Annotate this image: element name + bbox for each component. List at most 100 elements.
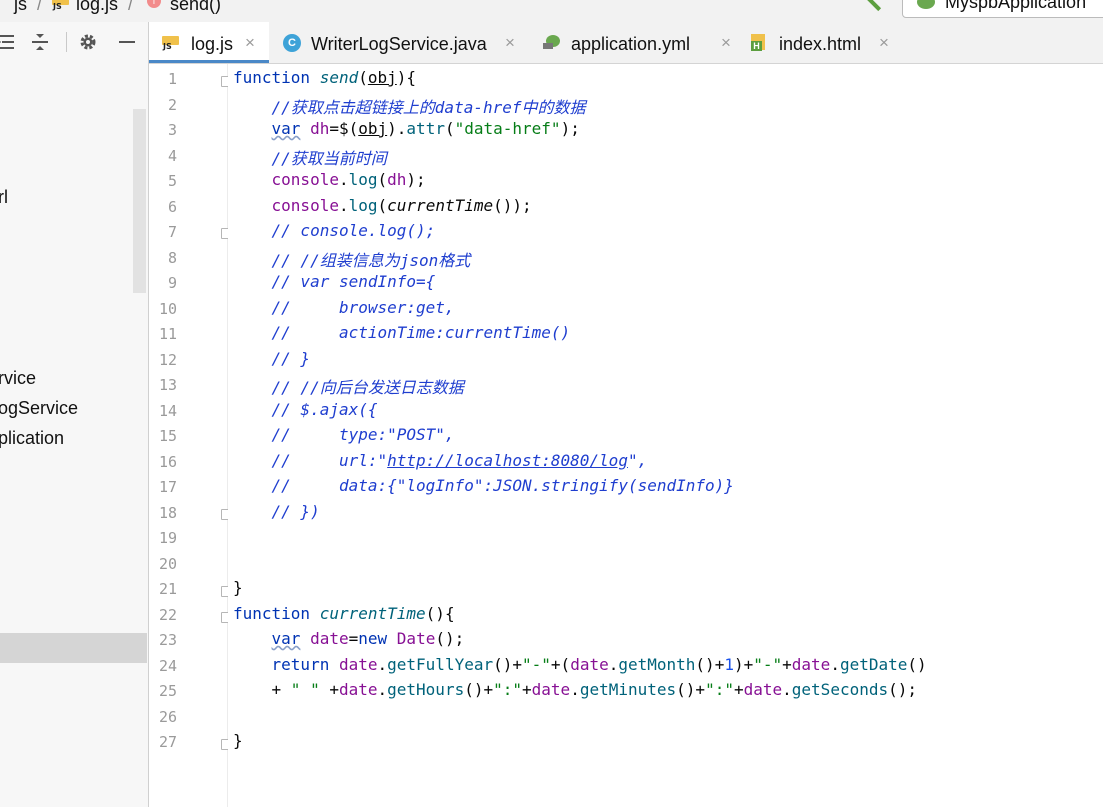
line-number: 21 xyxy=(158,580,177,598)
line-number: 9 xyxy=(167,274,177,292)
code-line-18: // }) xyxy=(233,502,320,521)
tree-item[interactable]: rl xyxy=(0,187,8,208)
run-configuration-selector[interactable]: MyspbApplication xyxy=(902,0,1103,18)
string: ":" xyxy=(705,680,734,699)
punct: ()+ xyxy=(464,680,494,699)
spring-boot-icon xyxy=(917,0,935,9)
method: getFullYear xyxy=(387,655,494,674)
toolbar-divider xyxy=(66,32,67,52)
punct: . xyxy=(830,655,840,674)
project-toolbar xyxy=(0,22,148,63)
comment-text: ", xyxy=(627,451,648,470)
punct: ()+ xyxy=(493,655,523,674)
breadcrumb-item-send[interactable]: send() xyxy=(170,0,221,15)
string: "-" xyxy=(753,655,783,674)
punct: = xyxy=(348,629,359,648)
punct: . xyxy=(608,655,619,674)
punct: . xyxy=(377,655,388,674)
js-file-icon: JS xyxy=(162,36,179,53)
tree-item[interactable]: rvice xyxy=(0,368,36,389)
tab-index-html[interactable]: H index.html × xyxy=(745,22,905,63)
line-number: 1 xyxy=(167,70,177,88)
tab-label: WriterLogService.java xyxy=(311,34,487,54)
variable: date xyxy=(791,655,831,674)
breadcrumb-item-logjs[interactable]: log.js xyxy=(76,0,118,15)
punct: (){ xyxy=(425,604,455,623)
js-file-icon: JS xyxy=(52,0,69,13)
line-number: 23 xyxy=(158,631,177,649)
gear-icon[interactable] xyxy=(78,32,98,52)
tab-label: log.js xyxy=(191,34,234,54)
collapse-all-icon[interactable] xyxy=(30,32,50,52)
method: getMinutes xyxy=(579,680,677,699)
close-icon[interactable]: × xyxy=(505,33,515,53)
code-line-11: // actionTime:currentTime() xyxy=(233,323,571,342)
keyword: var xyxy=(271,629,301,648)
url-link[interactable]: http://localhost:8080/log xyxy=(387,451,628,470)
line-number: 12 xyxy=(158,351,177,369)
punct: =$( xyxy=(329,119,359,138)
punct: + xyxy=(522,680,532,699)
line-number: 7 xyxy=(167,223,177,241)
breadcrumb-separator: / xyxy=(37,0,43,14)
method: getHours xyxy=(387,680,465,699)
project-tree-selected-row[interactable] xyxy=(0,633,147,663)
code-line-4: //获取当前时间 xyxy=(233,149,387,168)
variable: date xyxy=(338,655,378,674)
spring-yml-icon xyxy=(543,35,560,49)
line-number: 26 xyxy=(158,708,177,726)
editor-gutter[interactable]: 1 2 3 4 5 6 7 8 9 10 11 12 13 14 15 16 1… xyxy=(149,64,232,807)
punct: )+ xyxy=(733,655,754,674)
code-line-9: // var sendInfo={ xyxy=(233,272,436,291)
punct: + xyxy=(782,655,792,674)
line-number: 2 xyxy=(167,96,177,114)
project-tool-window: rl rvice ogService plication xyxy=(0,22,149,807)
line-number: 22 xyxy=(158,606,177,624)
line-number: 8 xyxy=(167,249,177,267)
punct: ()+ xyxy=(695,655,725,674)
line-number: 4 xyxy=(167,147,177,165)
line-number: 25 xyxy=(158,682,177,700)
code-editor[interactable]: function send(obj){ //获取点击超链接上的data-href… xyxy=(228,64,1103,807)
method: getMonth xyxy=(618,655,696,674)
object: console xyxy=(271,196,339,215)
close-icon[interactable]: × xyxy=(879,33,889,53)
java-class-icon: C xyxy=(283,34,301,52)
punct: (); xyxy=(888,680,918,699)
close-icon[interactable]: × xyxy=(721,33,731,53)
tree-item[interactable]: plication xyxy=(0,428,64,449)
code-line-15: // type:"POST", xyxy=(233,425,455,444)
line-number: 17 xyxy=(158,478,177,496)
variable: date xyxy=(338,680,378,699)
punct: + xyxy=(733,680,744,699)
breadcrumb-item-js[interactable]: js xyxy=(14,0,27,15)
code-line-1: function send(obj){ xyxy=(233,68,416,87)
code-line-16: // url:"http://localhost:8080/log", xyxy=(233,451,648,470)
breadcrumb-separator: / xyxy=(128,0,134,14)
tree-item[interactable]: ogService xyxy=(0,398,78,419)
line-number: 16 xyxy=(158,453,177,471)
code-line-27: } xyxy=(233,731,243,750)
punct: +( xyxy=(550,655,571,674)
method: log xyxy=(348,196,378,215)
tab-log-js[interactable]: JS log.js × xyxy=(149,22,269,63)
punct: ( xyxy=(444,119,455,138)
tab-application-yml[interactable]: application.yml × xyxy=(529,22,734,63)
tab-writerlogservice-java[interactable]: C WriterLogService.java × xyxy=(271,22,521,63)
operator: + xyxy=(319,680,339,699)
minimize-icon[interactable] xyxy=(117,32,137,52)
method: log xyxy=(348,170,378,189)
project-tree-scrollbar[interactable] xyxy=(133,109,146,293)
build-hammer-icon[interactable] xyxy=(862,0,888,12)
tab-label: application.yml xyxy=(571,34,691,54)
line-number: 6 xyxy=(167,198,177,216)
close-icon[interactable]: × xyxy=(245,33,255,53)
function-name: currentTime xyxy=(319,604,426,623)
line-number: 15 xyxy=(158,427,177,445)
variable: date xyxy=(743,680,783,699)
expand-all-icon[interactable] xyxy=(0,32,16,52)
